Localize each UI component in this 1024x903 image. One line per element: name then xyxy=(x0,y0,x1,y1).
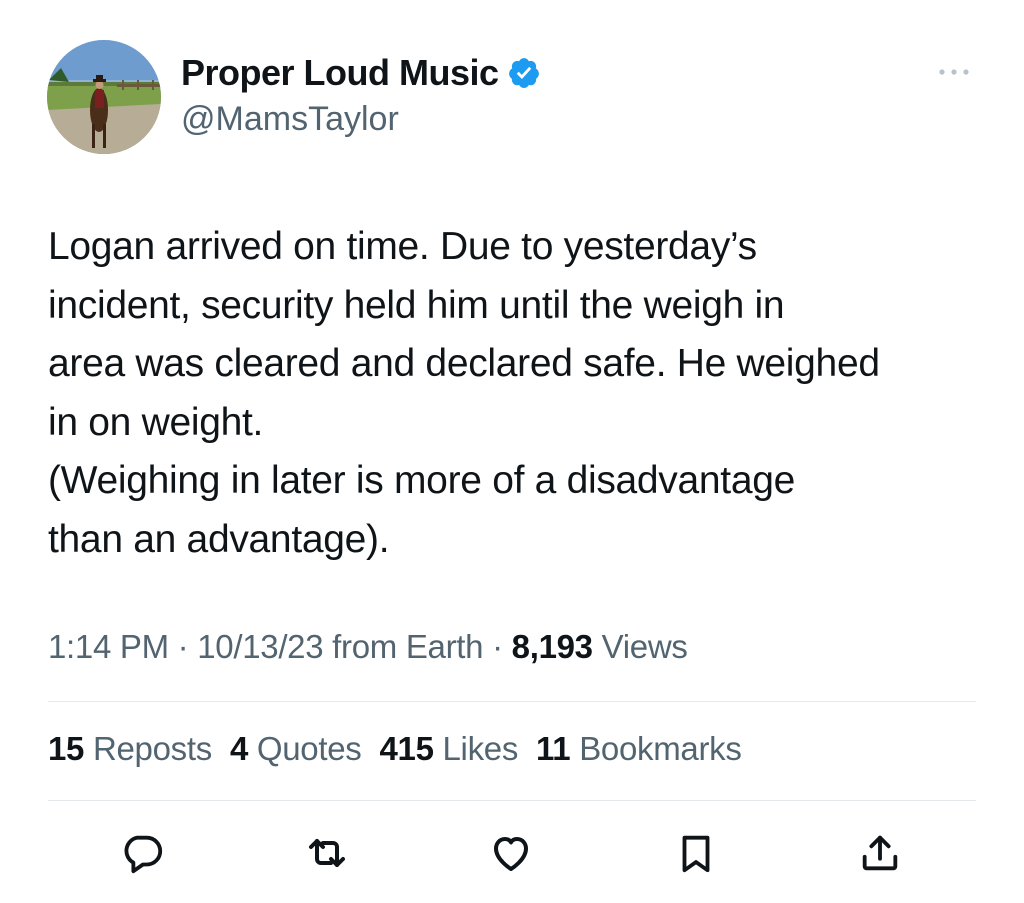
avatar-image xyxy=(47,40,161,154)
tweet-source: from Earth xyxy=(323,628,484,665)
verified-badge-icon[interactable] xyxy=(507,56,541,90)
views-count: 8,193 xyxy=(511,628,593,665)
meta-separator: · xyxy=(168,628,198,665)
avatar[interactable] xyxy=(47,40,161,154)
bookmarks-stat[interactable]: 11 Bookmarks xyxy=(536,730,742,767)
tweet-meta: 1:14 PM · 10/13/23 from Earth · 8,193 Vi… xyxy=(48,628,688,666)
views-label: Views xyxy=(592,628,688,665)
author-name[interactable]: Proper Loud Music xyxy=(181,52,541,94)
divider xyxy=(48,701,976,702)
more-options-icon[interactable] xyxy=(934,62,974,82)
bookmark-icon[interactable] xyxy=(671,828,721,878)
repost-icon[interactable] xyxy=(302,828,352,878)
quotes-stat[interactable]: 4 Quotes xyxy=(230,730,362,767)
like-icon[interactable] xyxy=(486,828,536,878)
author-name-text: Proper Loud Music xyxy=(181,52,499,93)
tweet-card: Proper Loud Music @MamsTaylor Logan arri… xyxy=(0,0,1024,903)
action-bar xyxy=(0,828,1024,888)
divider xyxy=(48,800,976,801)
author-handle[interactable]: @MamsTaylor xyxy=(181,100,399,139)
likes-stat[interactable]: 415 Likes xyxy=(379,730,518,767)
reposts-stat[interactable]: 15 Reposts xyxy=(48,730,212,767)
meta-separator: · xyxy=(483,628,512,665)
share-icon[interactable] xyxy=(855,828,905,878)
tweet-text: Logan arrived on time. Due to yesterday’… xyxy=(48,225,880,561)
reply-icon[interactable] xyxy=(117,828,167,878)
tweet-time[interactable]: 1:14 PM xyxy=(48,628,169,665)
tweet-date[interactable]: 10/13/23 xyxy=(197,628,323,665)
engagement-stats: 15 Reposts 4 Quotes 415 Likes 11 Bookmarks xyxy=(48,730,760,768)
